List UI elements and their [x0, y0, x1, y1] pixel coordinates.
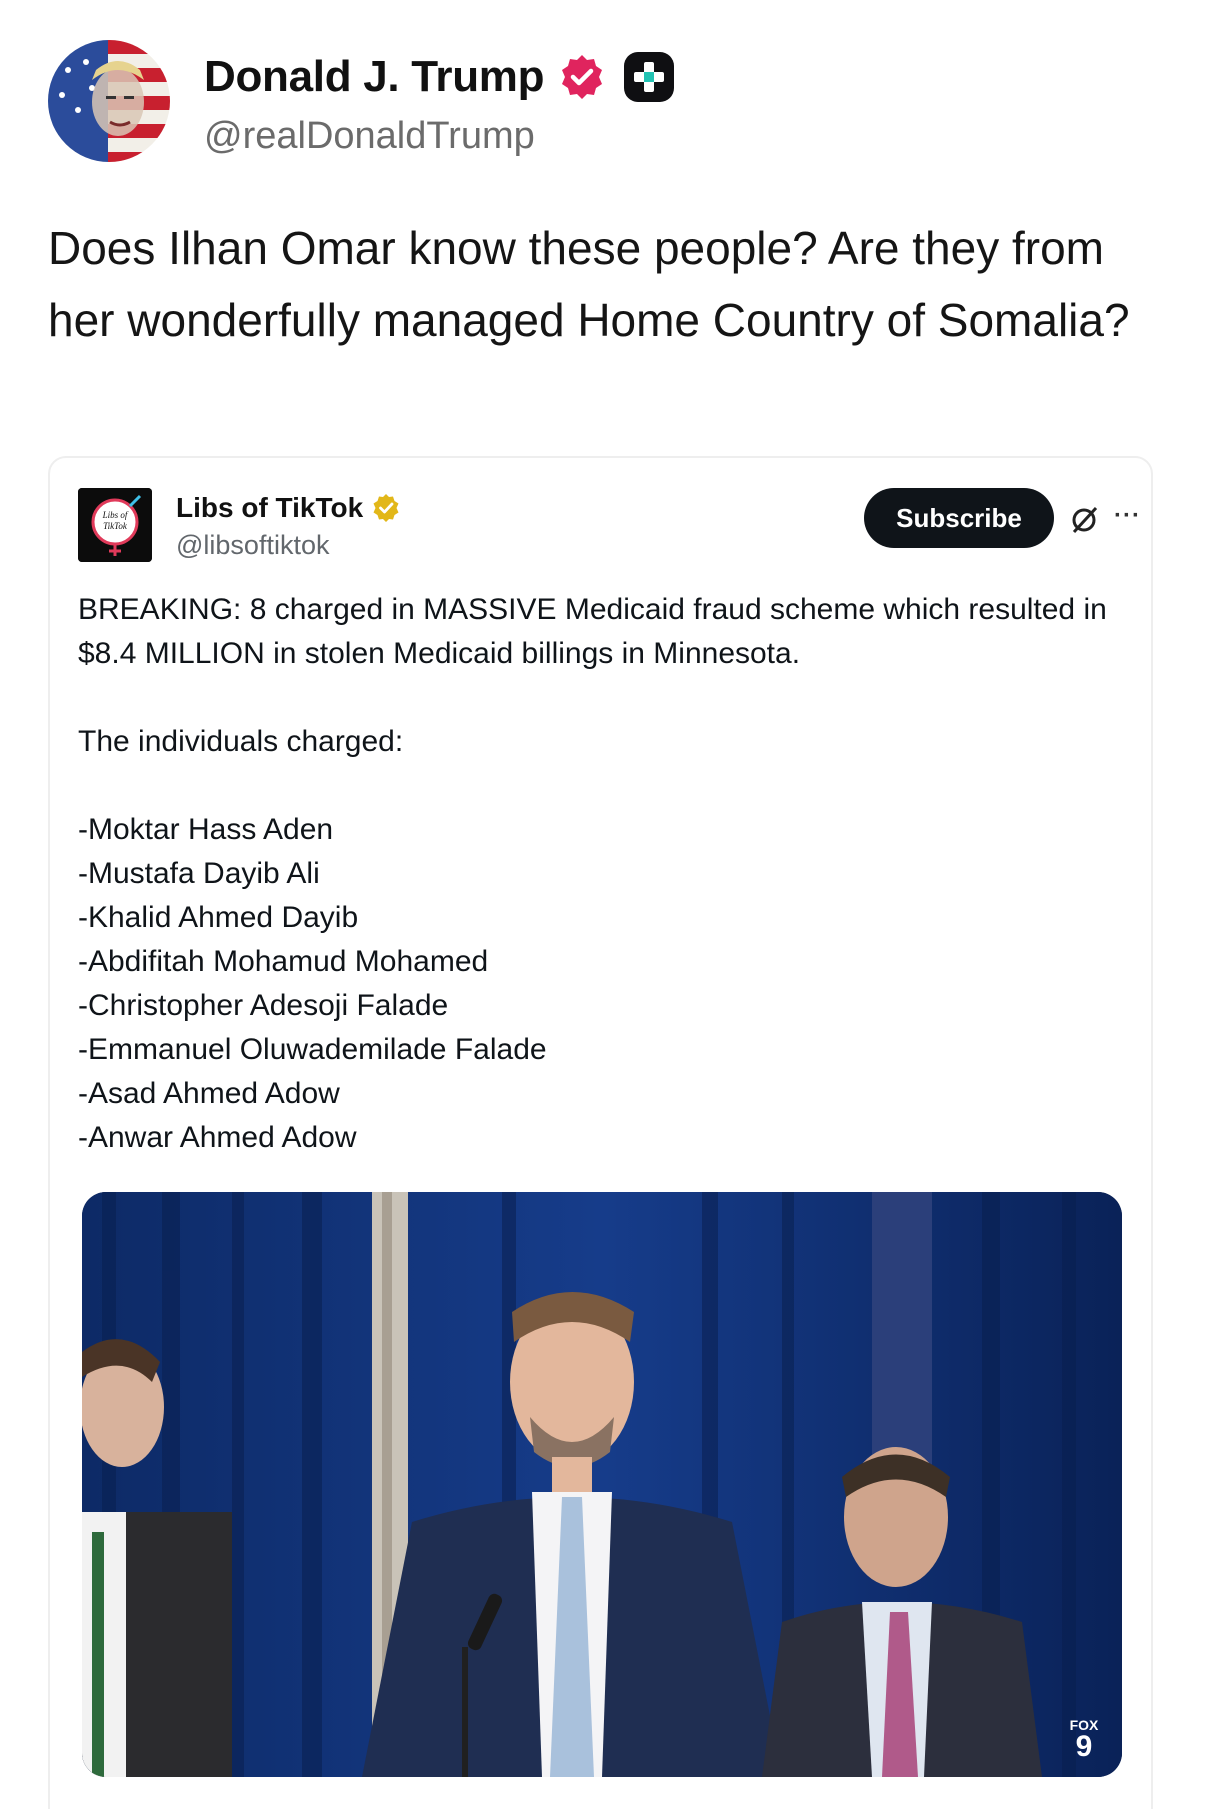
more-options-icon[interactable]: ···	[1114, 502, 1141, 530]
embedded-media-image[interactable]: FOX 9	[82, 1192, 1122, 1777]
fox9-logo-icon: FOX 9	[1060, 1717, 1108, 1765]
list-item: -Christopher Adesoji Falade	[78, 989, 449, 1022]
list-item: -Moktar Hass Aden	[78, 813, 334, 846]
list-item: -Khalid Ahmed Dayib	[78, 901, 359, 934]
avatar-text-line2: TikTok	[103, 521, 128, 531]
embedded-paragraph-individuals: The individuals charged:	[78, 725, 404, 758]
author-avatar[interactable]	[48, 40, 170, 162]
embedded-author-name[interactable]: Libs of TikTok	[176, 492, 363, 524]
embedded-post-text: BREAKING: 8 charged in MASSIVE Medicaid …	[78, 588, 1118, 1160]
grok-icon[interactable]	[1068, 502, 1102, 536]
embedded-paragraph-breaking: BREAKING: 8 charged in MASSIVE Medicaid …	[78, 593, 1107, 670]
list-item: -Abdifitah Mohamud Mohamed	[78, 945, 489, 978]
plus-badge-icon	[622, 50, 676, 104]
author-handle[interactable]: @realDonaldTrump	[204, 115, 676, 158]
embedded-post-card[interactable]: Libs of TikTok Libs of TikTok @libsoftik…	[48, 456, 1153, 1809]
embedded-post-header: Libs of TikTok Libs of TikTok @libsoftik…	[78, 488, 1140, 568]
author-name[interactable]: Donald J. Trump	[204, 52, 545, 102]
embedded-author-avatar[interactable]: Libs of TikTok	[78, 488, 152, 562]
gold-verified-badge-icon	[371, 493, 401, 523]
subscribe-button[interactable]: Subscribe	[864, 488, 1054, 548]
list-item: -Asad Ahmed Adow	[78, 1077, 340, 1110]
list-item: -Anwar Ahmed Adow	[78, 1121, 357, 1154]
list-item: -Mustafa Dayib Ali	[78, 857, 320, 890]
verified-badge-icon	[558, 53, 606, 101]
fox-watermark-number: 9	[1075, 1730, 1093, 1763]
post-header: Donald J. Trump @realDonaldTrump	[48, 36, 1158, 166]
list-item: -Emmanuel Oluwademilade Falade	[78, 1033, 547, 1066]
post-text: Does Ilhan Omar know these people? Are t…	[48, 222, 1130, 346]
avatar-text-line1: Libs of	[102, 510, 129, 520]
embedded-author-handle[interactable]: @libsoftiktok	[176, 530, 329, 561]
